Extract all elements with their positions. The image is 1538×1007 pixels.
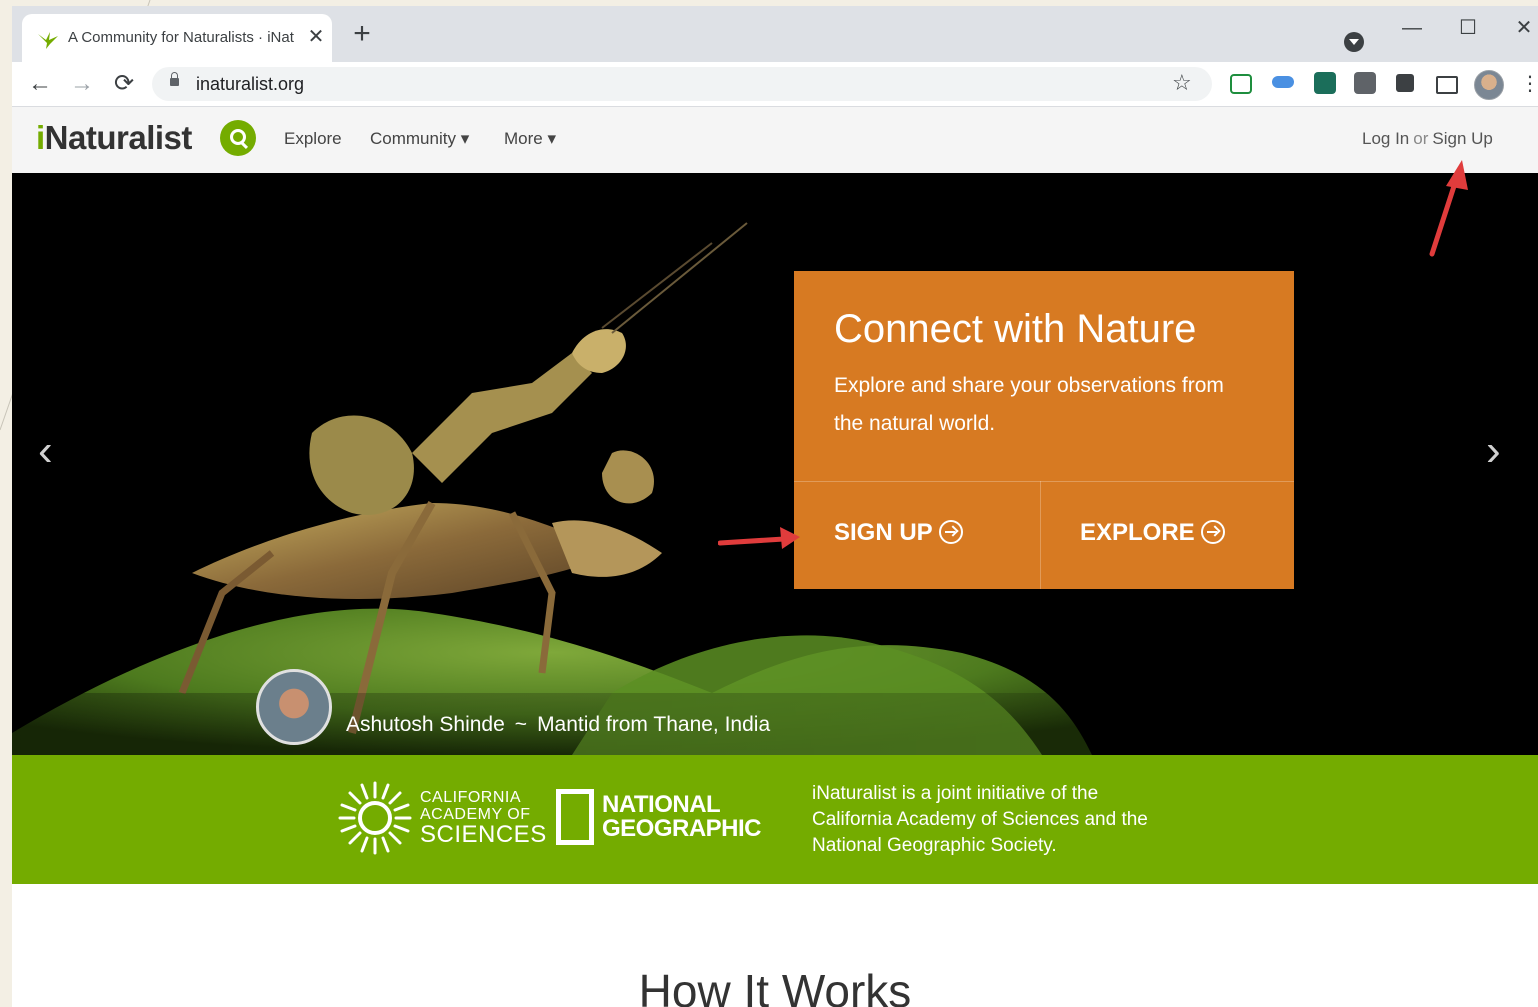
cloud-extension-icon[interactable]	[1272, 76, 1294, 88]
profile-avatar[interactable]	[1474, 70, 1504, 100]
screen-extension-icon[interactable]	[1230, 74, 1252, 94]
photo-caption[interactable]: Ashutosh Shinde ~ Mantid from Thane, India	[346, 713, 770, 737]
partner-band: CALIFORNIA ACADEMY OF SCIENCES NATIONAL …	[12, 755, 1538, 884]
site-header: iNaturalist Explore Community ▾ More ▾ L…	[12, 107, 1538, 173]
browser-window: A Community for Naturalists · iNaturalis…	[12, 6, 1538, 1007]
how-it-works-title: How It Works	[638, 965, 912, 1007]
inaturalist-logo[interactable]: iNaturalist	[36, 119, 192, 157]
hero-description: Explore and share your observations from…	[834, 374, 1224, 435]
maximize-button[interactable]: ☐	[1448, 14, 1488, 42]
new-tab-button[interactable]: +	[348, 19, 376, 49]
bookmark-star-icon[interactable]: ☆	[1172, 70, 1192, 96]
hero-carousel: ‹ › Connect with Nature Explore and shar…	[12, 173, 1538, 755]
photo-caption-band	[12, 693, 1538, 755]
script-extension-icon[interactable]	[1314, 72, 1336, 94]
auth-links: Log In or Sign Up	[1362, 129, 1493, 149]
partner-description: iNaturalist is a joint initiative of the…	[812, 783, 1148, 856]
hero-title: Connect with Nature	[834, 307, 1197, 351]
mantis-photo	[12, 173, 1538, 755]
minimize-button[interactable]: —	[1392, 14, 1432, 42]
tab-close-icon[interactable]: ✕	[306, 26, 326, 48]
inaturalist-bird-icon	[38, 32, 58, 49]
logo-text: Naturalist	[44, 119, 193, 156]
cas-line1: CALIFORNIA	[420, 789, 522, 806]
cas-line3: SCIENCES	[420, 821, 547, 848]
hero-signup-button[interactable]: SIGN UP	[794, 481, 1040, 589]
close-window-button[interactable]: ✕	[1504, 14, 1538, 42]
tab-bar: A Community for Naturalists · iNaturalis…	[12, 6, 1538, 62]
forward-arrow-icon[interactable]: →	[68, 70, 96, 98]
photographer-avatar[interactable]	[256, 669, 332, 745]
lock-icon[interactable]	[170, 72, 179, 86]
back-arrow-icon[interactable]: ←	[26, 70, 54, 98]
or-text: or	[1413, 129, 1429, 148]
photo-title[interactable]: Mantid from Thane, India	[537, 713, 770, 736]
nav-community-label: Community	[370, 129, 456, 148]
national-geographic-frame-icon	[556, 789, 594, 845]
search-icon[interactable]	[220, 120, 256, 156]
address-bar[interactable]: inaturalist.org ☆	[152, 67, 1212, 101]
nav-more[interactable]: More ▾	[504, 129, 556, 149]
arrow-circle-right-icon	[938, 520, 963, 544]
chevron-down-icon: ▾	[460, 129, 470, 148]
how-it-works-section: How It Works	[12, 884, 1538, 1007]
browser-toolbar: ← → ⟳ inaturalist.org ☆ ⋮	[12, 62, 1538, 107]
carousel-next-icon[interactable]: ›	[1486, 429, 1501, 473]
explore-button-label: EXPLORE	[1080, 519, 1195, 546]
signup-button-label: SIGN UP	[834, 519, 933, 546]
nav-community[interactable]: Community ▾	[370, 129, 469, 149]
signup-link[interactable]: Sign Up	[1432, 129, 1492, 148]
tab-title: A Community for Naturalists · iNaturalis…	[68, 29, 294, 46]
california-academy-sun-icon	[338, 781, 412, 855]
nav-explore[interactable]: Explore	[284, 129, 342, 149]
chevron-down-icon: ▾	[547, 129, 557, 148]
note-extension-icon[interactable]	[1354, 72, 1376, 94]
puzzle-extensions-icon[interactable]	[1396, 74, 1414, 92]
browser-tab[interactable]: A Community for Naturalists · iNaturalis…	[22, 14, 332, 62]
logo-prefix: i	[36, 119, 45, 156]
tab-search-icon[interactable]	[1344, 32, 1364, 52]
login-link[interactable]: Log In	[1362, 129, 1409, 148]
reload-icon[interactable]: ⟳	[110, 70, 138, 98]
ng-line1: NATIONAL	[602, 791, 721, 818]
caption-separator: ~	[514, 713, 528, 736]
hero-explore-button[interactable]: EXPLORE	[1041, 481, 1287, 589]
hero-cta-panel: Connect with Nature Explore and share yo…	[794, 271, 1294, 589]
nav-more-label: More	[504, 129, 543, 148]
url-text[interactable]: inaturalist.org	[196, 74, 304, 95]
arrow-circle-right-icon	[1200, 520, 1225, 544]
cast-icon[interactable]	[1436, 76, 1458, 94]
ng-line2: GEOGRAPHIC	[602, 815, 762, 842]
carousel-prev-icon[interactable]: ‹	[38, 429, 53, 473]
browser-menu-icon[interactable]: ⋮	[1520, 72, 1538, 96]
california-academy-logo[interactable]: CALIFORNIA ACADEMY OF SCIENCES	[420, 789, 547, 847]
photographer-name[interactable]: Ashutosh Shinde	[346, 713, 505, 736]
national-geographic-logo[interactable]: NATIONAL GEOGRAPHIC	[602, 791, 762, 842]
